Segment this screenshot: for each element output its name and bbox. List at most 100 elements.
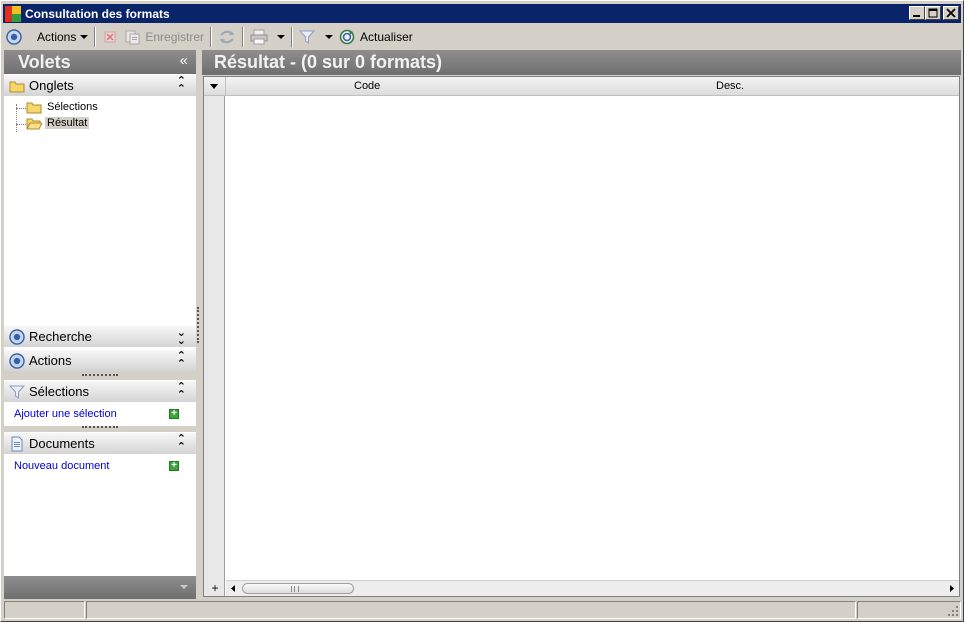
filter-icon <box>9 384 25 400</box>
row-selector-column <box>204 77 225 596</box>
status-panel <box>86 601 856 619</box>
volets-title: Volets <box>18 51 71 72</box>
chevron-down-icon[interactable] <box>180 585 188 589</box>
arrow-right-icon <box>950 585 954 592</box>
toolbar-separator <box>242 27 245 47</box>
save-icon <box>125 30 140 45</box>
toolbar-separator <box>291 27 294 47</box>
chevron-up-icon[interactable]: ⌃ ⌃ <box>177 382 186 401</box>
minimize-button[interactable] <box>909 6 925 20</box>
resize-grip[interactable] <box>82 374 118 376</box>
title-bar[interactable]: Consultation des formats <box>3 4 961 23</box>
collapse-pane-button[interactable]: « <box>180 52 188 69</box>
column-header-desc[interactable]: Desc. <box>716 80 744 92</box>
tree-item-selections[interactable]: Sélections <box>26 99 100 115</box>
group-header-recherche[interactable]: Recherche ⌄ ⌄ <box>4 325 196 347</box>
status-bar <box>4 601 961 619</box>
actions-menu-label: Actions <box>37 30 77 44</box>
documents-panel: Nouveau document + <box>4 454 196 576</box>
target-icon <box>9 328 25 345</box>
tree-connector <box>16 108 26 109</box>
chevron-up-icon[interactable]: ⌃ ⌃ <box>177 434 186 453</box>
sync-button[interactable] <box>215 26 239 48</box>
grip-icon <box>291 586 299 592</box>
target-icon <box>6 29 22 45</box>
print-button[interactable] <box>247 26 288 48</box>
group-label-actions: Actions <box>29 353 72 368</box>
left-pane: Volets « Onglets ⌃⌃ Sélections Résultat <box>4 50 196 599</box>
printer-icon <box>250 29 268 45</box>
minimize-icon <box>913 15 920 17</box>
folder-open-icon <box>26 118 42 129</box>
result-title: Résultat - (0 sur 0 formats) <box>214 52 443 72</box>
chevron-down-icon <box>277 35 286 39</box>
group-header-selections[interactable]: Sélections ⌃ ⌃ <box>4 380 196 402</box>
group-header-documents[interactable]: Documents ⌃ ⌃ <box>4 432 196 454</box>
chevron-down-icon <box>80 35 89 39</box>
tree-item-label: Sélections <box>47 101 98 113</box>
selections-panel: Ajouter une sélection + <box>4 402 196 426</box>
toolbar-separator <box>210 27 213 47</box>
save-label: Enregistrer <box>145 30 205 44</box>
tree-item-resultat[interactable]: Résultat <box>26 115 90 131</box>
tree-connector <box>16 124 26 125</box>
save-button[interactable]: Enregistrer <box>121 26 207 48</box>
filter-button[interactable] <box>296 26 336 48</box>
filter-icon <box>299 30 316 44</box>
add-row-button[interactable]: + <box>206 580 224 596</box>
scroll-right-button[interactable] <box>945 581 959 596</box>
group-header-actions[interactable]: Actions ⌃ ⌃ <box>4 349 196 371</box>
resize-grip[interactable] <box>82 426 118 428</box>
group-label-onglets: Onglets <box>29 78 74 93</box>
volets-header: Volets « <box>4 50 196 74</box>
right-pane: Résultat - (0 sur 0 formats) Code Desc. … <box>202 50 961 599</box>
add-selection-link[interactable]: Ajouter une sélection <box>14 408 117 420</box>
results-grid[interactable]: Code Desc. + <box>203 76 960 597</box>
toolbar-separator <box>94 27 97 47</box>
application-window: Consultation des formats Actions Enregis… <box>0 0 964 622</box>
maximize-icon <box>928 8 938 18</box>
column-header-code[interactable]: Code <box>354 80 380 92</box>
toolbar: Actions Enregistrer Actualiser <box>3 25 961 49</box>
window-title: Consultation des formats <box>25 6 170 21</box>
group-label-documents: Documents <box>29 436 95 451</box>
close-button[interactable] <box>943 6 959 20</box>
delete-button[interactable] <box>99 26 121 48</box>
status-panel <box>4 601 85 619</box>
document-icon <box>9 436 25 452</box>
arrow-left-icon <box>231 585 235 592</box>
chevron-up-icon[interactable]: ⌃ ⌃ <box>177 351 186 370</box>
window-controls <box>909 6 959 20</box>
actions-menu-button[interactable]: Actions <box>3 26 91 48</box>
refresh-icon <box>339 29 355 45</box>
left-pane-footer[interactable] <box>4 576 196 599</box>
refresh-button[interactable]: Actualiser <box>336 26 416 48</box>
scroll-left-button[interactable] <box>226 581 240 596</box>
horizontal-scrollbar[interactable] <box>226 580 959 596</box>
header-divider <box>225 77 226 96</box>
chevron-down-icon <box>325 35 334 39</box>
column-chooser-icon[interactable] <box>210 84 218 89</box>
folder-icon <box>26 102 42 113</box>
folder-icon <box>9 78 25 94</box>
close-icon <box>946 8 956 18</box>
status-panel <box>857 601 961 619</box>
add-icon[interactable]: + <box>169 409 179 419</box>
app-icon <box>4 5 22 23</box>
refresh-label: Actualiser <box>360 30 413 44</box>
chevron-down-icon[interactable]: ⌄ ⌄ <box>177 328 186 347</box>
grid-header: Code Desc. <box>204 77 959 96</box>
scrollbar-thumb[interactable] <box>242 583 354 594</box>
result-header: Résultat - (0 sur 0 formats) <box>202 50 961 75</box>
resize-grip-icon[interactable] <box>947 605 959 617</box>
add-icon[interactable]: + <box>169 461 179 471</box>
target-icon <box>9 352 25 369</box>
new-document-link[interactable]: Nouveau document <box>14 460 109 472</box>
maximize-button[interactable] <box>925 6 941 20</box>
delete-icon <box>104 31 116 43</box>
group-header-onglets[interactable]: Onglets ⌃ ⌃ <box>4 74 196 96</box>
sync-icon <box>220 30 235 44</box>
pane-splitter[interactable] <box>197 307 199 343</box>
group-label-selections: Sélections <box>29 384 89 399</box>
chevron-up-icon[interactable]: ⌃ ⌃ <box>177 76 186 95</box>
